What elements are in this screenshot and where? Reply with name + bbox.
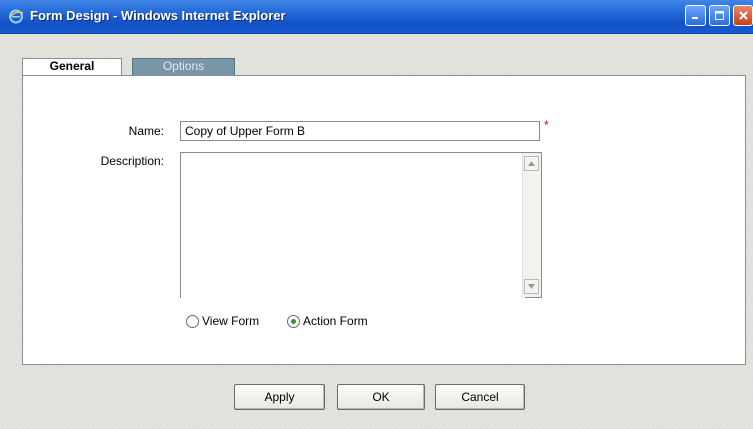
radio-label-action-form: Action Form: [303, 314, 368, 328]
ok-button[interactable]: OK: [337, 384, 425, 410]
internet-explorer-icon: [9, 9, 24, 24]
name-input[interactable]: [180, 121, 540, 141]
close-button[interactable]: [733, 5, 753, 26]
ie-window: Form Design - Windows Internet Explorer …: [0, 0, 753, 429]
description-scrollbar[interactable]: [522, 153, 541, 297]
tab-options[interactable]: Options: [132, 58, 235, 75]
title-bar[interactable]: Form Design - Windows Internet Explorer: [0, 0, 753, 34]
maximize-icon: [715, 11, 724, 20]
name-label: Name:: [128, 124, 164, 138]
tab-general[interactable]: General: [22, 58, 122, 75]
close-icon: [738, 11, 748, 20]
minimize-button[interactable]: [685, 5, 706, 26]
description-field: [180, 152, 542, 301]
cancel-button[interactable]: Cancel: [435, 384, 525, 410]
radio-action-form[interactable]: Action Form: [287, 314, 368, 328]
radio-button-action-form[interactable]: [287, 314, 300, 328]
description-label: Description:: [100, 154, 164, 168]
arrow-down-icon: [528, 284, 535, 289]
radio-button-view-form[interactable]: [186, 314, 199, 328]
radio-view-form[interactable]: View Form: [186, 314, 259, 328]
scroll-up-button[interactable]: [524, 156, 539, 171]
description-textarea[interactable]: [181, 153, 525, 301]
apply-button[interactable]: Apply: [234, 384, 325, 410]
scroll-down-button[interactable]: [524, 279, 539, 294]
window-title: Form Design - Windows Internet Explorer: [30, 8, 286, 23]
maximize-button[interactable]: [709, 5, 730, 26]
required-indicator: *: [544, 118, 549, 132]
radio-label-view-form: View Form: [202, 314, 260, 328]
arrow-up-icon: [528, 161, 535, 166]
minimize-icon: [692, 17, 698, 19]
